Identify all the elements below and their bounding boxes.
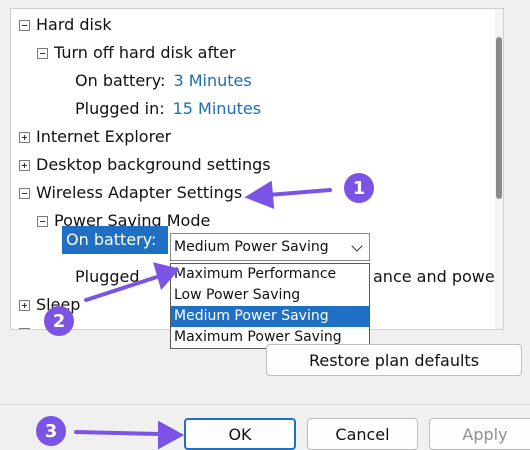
apply-button[interactable]: Apply: [429, 418, 530, 450]
callout-badge-2: 2: [44, 306, 74, 336]
setting-hd-on-battery[interactable]: On battery: 3 Minutes: [75, 69, 252, 93]
setting-wa-plugged-value[interactable]: ance and power sav: [373, 265, 503, 289]
dropdown-option[interactable]: Low Power Saving: [171, 285, 369, 306]
collapse-icon[interactable]: [37, 215, 48, 227]
restore-plan-defaults-button[interactable]: Restore plan defaults: [266, 344, 522, 376]
tree-node-internet-explorer[interactable]: Internet Explorer: [19, 125, 171, 149]
tree-node-label: Desktop background settings: [36, 155, 271, 174]
button-label: Apply: [462, 424, 508, 444]
power-saving-combo[interactable]: Medium Power Saving: [170, 233, 370, 261]
tree-node-desktop-background[interactable]: Desktop background settings: [19, 153, 271, 177]
dropdown-option-selected[interactable]: Medium Power Saving: [171, 306, 369, 327]
button-label: Cancel: [335, 424, 390, 444]
tree-node-wireless-adapter[interactable]: Wireless Adapter Settings: [19, 181, 242, 205]
collapse-icon[interactable]: [19, 19, 30, 31]
collapse-icon[interactable]: [19, 187, 30, 199]
expand-icon[interactable]: [19, 299, 30, 311]
tree-node-label: Internet Explorer: [36, 127, 172, 146]
setting-label: Plugged in:: [75, 99, 165, 118]
dropdown-option[interactable]: Maximum Performance: [171, 264, 369, 285]
setting-label: On battery:: [75, 71, 166, 90]
arrow-3-shaft: [74, 430, 162, 436]
wa-on-battery-label-selected[interactable]: On battery:: [62, 226, 168, 254]
combo-selected-value: Medium Power Saving: [174, 239, 329, 255]
setting-label: Plugged: [75, 267, 140, 286]
callout-badge-3: 3: [36, 416, 66, 446]
cancel-button[interactable]: Cancel: [307, 418, 418, 450]
setting-hd-plugged-in[interactable]: Plugged in: 15 Minutes: [75, 97, 261, 121]
tree-node-label: Hard disk: [36, 15, 112, 34]
expand-icon[interactable]: [19, 159, 30, 171]
setting-value[interactable]: 15 Minutes: [173, 97, 261, 121]
setting-value[interactable]: 3 Minutes: [173, 69, 251, 93]
scrollbar-thumb[interactable]: [496, 37, 502, 199]
button-label: OK: [228, 424, 252, 444]
expand-icon[interactable]: [19, 327, 30, 329]
footer-divider: [0, 404, 530, 405]
tree-node-turn-off-hard-disk[interactable]: Turn off hard disk after: [37, 41, 236, 65]
button-label: Restore plan defaults: [308, 350, 480, 370]
tree-node-label: Turn off hard disk after: [54, 43, 236, 62]
vertical-scrollbar[interactable]: [495, 9, 503, 329]
expand-icon[interactable]: [19, 131, 30, 143]
chevron-down-icon[interactable]: [351, 240, 363, 252]
setting-wa-plugged[interactable]: Plugged: [75, 265, 140, 289]
power-saving-dropdown-list[interactable]: Maximum Performance Low Power Saving Med…: [170, 263, 370, 349]
ok-button[interactable]: OK: [184, 418, 296, 450]
tree-node-label: Wireless Adapter Settings: [36, 183, 243, 202]
callout-badge-1: 1: [344, 173, 374, 203]
arrow-3-head: [158, 420, 185, 450]
tree-node-next[interactable]: [19, 321, 36, 329]
setting-value: ance and power sav: [373, 267, 503, 286]
collapse-icon[interactable]: [37, 47, 48, 59]
tree-node-hard-disk[interactable]: Hard disk: [19, 13, 112, 37]
